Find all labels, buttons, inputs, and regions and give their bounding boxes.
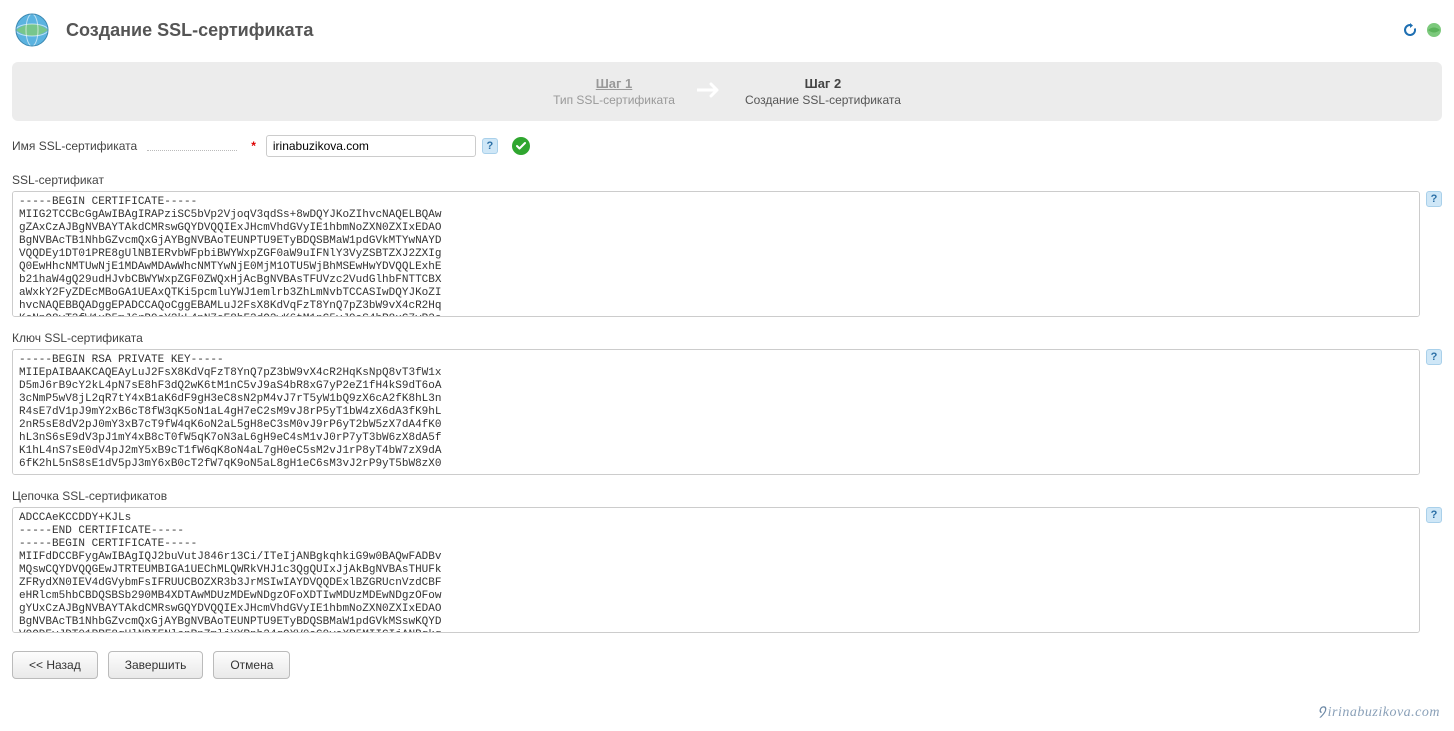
finish-button[interactable]: Завершить <box>108 651 204 679</box>
cert-name-row: Имя SSL-сертификата * ? <box>12 135 1442 157</box>
step-2-title: Шаг 2 <box>745 76 901 91</box>
required-asterisk: * <box>251 139 256 153</box>
page-header: Создание SSL-сертификата <box>12 10 1442 50</box>
cert-name-label: Имя SSL-сертификата <box>12 139 137 153</box>
help-icon[interactable]: ? <box>1426 507 1442 523</box>
chain-textarea-label: Цепочка SSL-сертификатов <box>12 489 1442 503</box>
action-buttons: << Назад Завершить Отмена <box>12 651 1442 679</box>
help-icon[interactable]: ? <box>1426 191 1442 207</box>
arrow-right-icon <box>697 81 723 102</box>
step-1-title: Шаг 1 <box>553 76 675 91</box>
cert-textarea-row: ? <box>12 191 1442 317</box>
step-1[interactable]: Шаг 1 Тип SSL-сертификата <box>553 76 675 107</box>
step-1-subtitle: Тип SSL-сертификата <box>553 93 675 107</box>
wizard-stepper: Шаг 1 Тип SSL-сертификата Шаг 2 Создание… <box>12 62 1442 121</box>
cancel-button[interactable]: Отмена <box>213 651 290 679</box>
check-ok-icon <box>512 137 530 155</box>
help-icon[interactable]: ? <box>1426 349 1442 365</box>
header-actions <box>1402 22 1442 38</box>
step-2-subtitle: Создание SSL-сертификата <box>745 93 901 107</box>
watermark: ᠀irinabuzikova.com <box>1317 693 1440 721</box>
cert-name-input[interactable] <box>266 135 476 157</box>
dotted-separator <box>147 141 237 151</box>
watermark-icon: ᠀ <box>1317 703 1326 720</box>
page-title: Создание SSL-сертификата <box>66 20 313 41</box>
key-textarea-row: ? <box>12 349 1442 475</box>
refresh-icon[interactable] <box>1402 22 1418 38</box>
help-icon[interactable]: ? <box>482 138 498 154</box>
back-button[interactable]: << Назад <box>12 651 98 679</box>
chain-textarea-row: ? <box>12 507 1442 633</box>
globe-ssl-icon <box>12 10 52 50</box>
cert-textarea-label: SSL-сертификат <box>12 173 1442 187</box>
chain-textarea[interactable] <box>12 507 1420 633</box>
step-2: Шаг 2 Создание SSL-сертификата <box>745 76 901 107</box>
hosting-icon[interactable] <box>1426 22 1442 38</box>
key-textarea-label: Ключ SSL-сертификата <box>12 331 1442 345</box>
cert-textarea[interactable] <box>12 191 1420 317</box>
key-textarea[interactable] <box>12 349 1420 475</box>
